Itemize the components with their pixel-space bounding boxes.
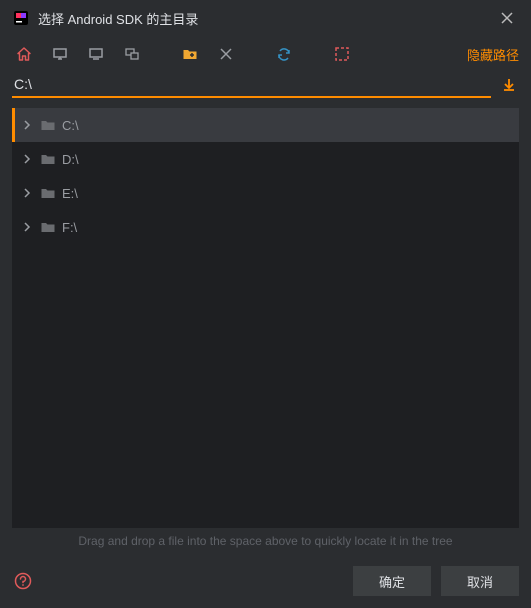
cancel-button[interactable]: 取消	[441, 566, 519, 596]
path-input[interactable]	[12, 72, 491, 98]
selection-button[interactable]	[330, 42, 354, 66]
tree-item-label: C:\	[62, 118, 79, 133]
tree-item-label: E:\	[62, 186, 78, 201]
drive-icon	[40, 185, 56, 201]
project-button[interactable]	[84, 42, 108, 66]
home-button[interactable]	[12, 42, 36, 66]
new-folder-button[interactable]	[178, 42, 202, 66]
ok-button[interactable]: 确定	[353, 566, 431, 596]
delete-icon	[219, 47, 233, 61]
download-button[interactable]	[499, 75, 519, 95]
help-button[interactable]	[12, 570, 34, 592]
titlebar: 选择 Android SDK 的主目录	[0, 0, 531, 36]
dialog-title: 选择 Android SDK 的主目录	[38, 9, 495, 28]
delete-button[interactable]	[214, 42, 238, 66]
close-button[interactable]	[495, 6, 519, 30]
tree-item[interactable]: F:\	[12, 210, 519, 244]
close-icon	[501, 12, 513, 24]
module-icon	[124, 46, 140, 62]
app-icon	[12, 9, 30, 27]
download-icon	[501, 77, 517, 93]
tree-item-label: D:\	[62, 152, 79, 167]
desktop-icon	[52, 46, 68, 62]
chevron-right-icon[interactable]	[20, 220, 34, 234]
tree-item-label: F:\	[62, 220, 77, 235]
project-icon	[88, 46, 104, 62]
module-button[interactable]	[120, 42, 144, 66]
help-icon	[14, 572, 32, 590]
drive-icon	[40, 219, 56, 235]
tree-item[interactable]: C:\	[12, 108, 519, 142]
path-row	[0, 72, 531, 102]
tree-item[interactable]: D:\	[12, 142, 519, 176]
desktop-button[interactable]	[48, 42, 72, 66]
chevron-right-icon[interactable]	[20, 118, 34, 132]
tree-item[interactable]: E:\	[12, 176, 519, 210]
chevron-right-icon[interactable]	[20, 186, 34, 200]
refresh-button[interactable]	[272, 42, 296, 66]
selection-icon	[334, 46, 350, 62]
drop-hint: Drag and drop a file into the space abov…	[0, 528, 531, 554]
home-icon	[16, 46, 32, 62]
refresh-icon	[276, 46, 292, 62]
new-folder-icon	[182, 46, 198, 62]
hide-path-link[interactable]: 隐藏路径	[467, 45, 519, 64]
file-tree[interactable]: C:\ D:\ E:\ F:\	[12, 108, 519, 528]
toolbar: 隐藏路径	[0, 36, 531, 72]
drive-icon	[40, 151, 56, 167]
button-row: 确定 取消	[0, 554, 531, 608]
drive-icon	[40, 117, 56, 133]
chevron-right-icon[interactable]	[20, 152, 34, 166]
